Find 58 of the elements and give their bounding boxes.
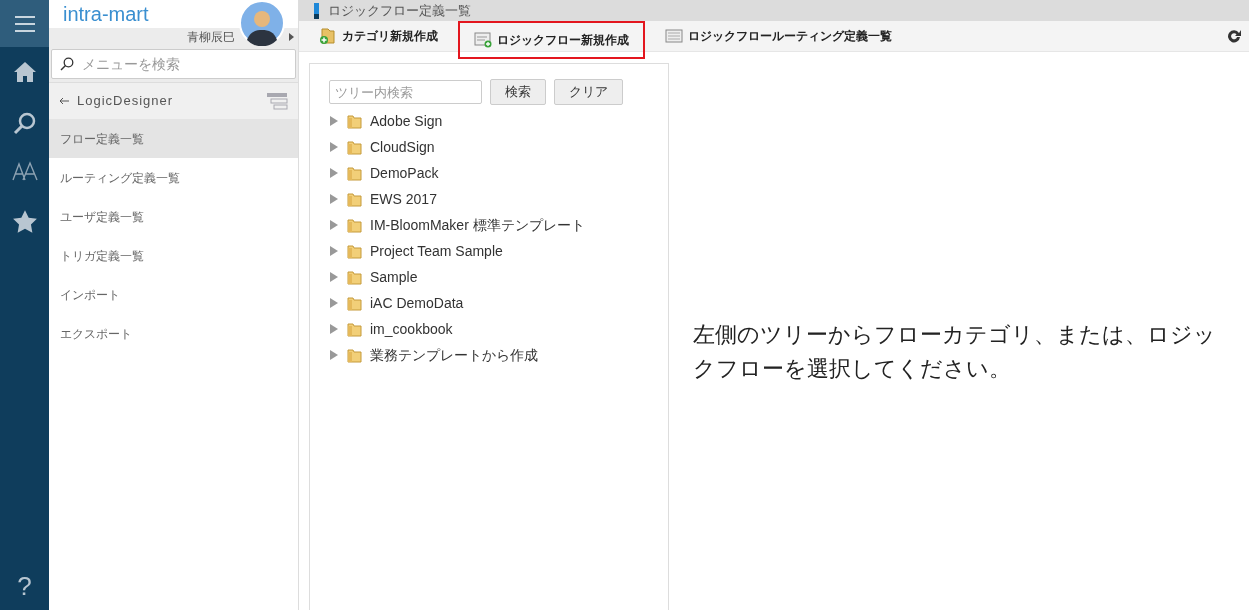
search-icon[interactable] (12, 111, 37, 135)
folder-icon (347, 269, 362, 285)
folder-icon (347, 191, 362, 207)
folder-icon (347, 295, 362, 311)
menu-search-field[interactable]: メニューを検索 (51, 49, 296, 79)
font-size-icon[interactable] (11, 161, 38, 181)
tree-node[interactable]: Sample (370, 266, 418, 288)
expand-arrow-icon[interactable] (329, 246, 339, 256)
expand-arrow-icon[interactable] (329, 142, 339, 152)
caret-icon[interactable] (289, 33, 294, 41)
toolbar-button[interactable]: ロジックフロー新規作成 (458, 21, 645, 59)
home-icon[interactable] (12, 61, 37, 83)
tree-node[interactable]: 業務テンプレートから作成 (370, 344, 538, 366)
menu-icon[interactable] (0, 0, 49, 47)
brand-logo: intra-mart (63, 2, 149, 27)
title-marker-icon (314, 2, 319, 19)
toolbar-button[interactable]: ロジックフロールーティング定義一覧 (655, 21, 902, 51)
expand-arrow-icon[interactable] (329, 272, 339, 282)
tree-node[interactable]: iAC DemoData (370, 292, 464, 314)
tree-node[interactable]: IM-BloomMaker 標準テンプレート (370, 214, 585, 236)
sidebar-item[interactable]: フロー定義一覧 (49, 119, 298, 158)
folder-add-icon (319, 27, 337, 45)
tree-node[interactable]: Project Team Sample (370, 240, 503, 262)
help-icon[interactable]: ? (17, 567, 32, 606)
user-name[interactable]: 青柳辰巳 (187, 28, 235, 46)
document-add-icon (474, 32, 492, 48)
folder-icon (347, 347, 362, 363)
folder-icon (347, 139, 362, 155)
expand-arrow-icon[interactable] (329, 324, 339, 334)
expand-arrow-icon[interactable] (329, 168, 339, 178)
back-arrow-icon[interactable] (59, 97, 69, 105)
expand-arrow-icon[interactable] (329, 350, 339, 360)
tree-search-button[interactable]: 検索 (490, 79, 546, 105)
folder-icon (347, 113, 362, 129)
tree-search-field[interactable]: ツリー内検索 (329, 80, 482, 104)
tree-node[interactable]: CloudSign (370, 136, 435, 158)
folder-icon (347, 243, 362, 259)
expand-arrow-icon[interactable] (329, 220, 339, 230)
star-icon[interactable] (11, 209, 38, 234)
refresh-icon[interactable] (1227, 29, 1241, 43)
list-icon (665, 29, 683, 43)
layers-icon[interactable] (267, 92, 288, 110)
tree-search-button[interactable]: クリア (554, 79, 623, 105)
tree-node[interactable]: EWS 2017 (370, 188, 437, 210)
tree-node[interactable]: im_cookbook (370, 318, 453, 340)
folder-icon (347, 321, 362, 337)
back-link[interactable]: LogicDesigner (77, 91, 174, 111)
folder-icon (347, 165, 362, 181)
instruction-message: 左側のツリーからフローカテゴリ、または、ロジックフローを選択してください。 (693, 321, 1217, 383)
page-title: ロジックフロー定義一覧 (328, 1, 471, 20)
expand-arrow-icon[interactable] (329, 116, 339, 126)
tree-node[interactable]: DemoPack (370, 162, 439, 184)
search-icon (60, 57, 74, 71)
folder-icon (347, 217, 362, 233)
expand-arrow-icon[interactable] (329, 298, 339, 308)
toolbar-button[interactable]: カテゴリ新規作成 (309, 21, 448, 51)
tree-node[interactable]: Adobe Sign (370, 110, 443, 132)
expand-arrow-icon[interactable] (329, 194, 339, 204)
